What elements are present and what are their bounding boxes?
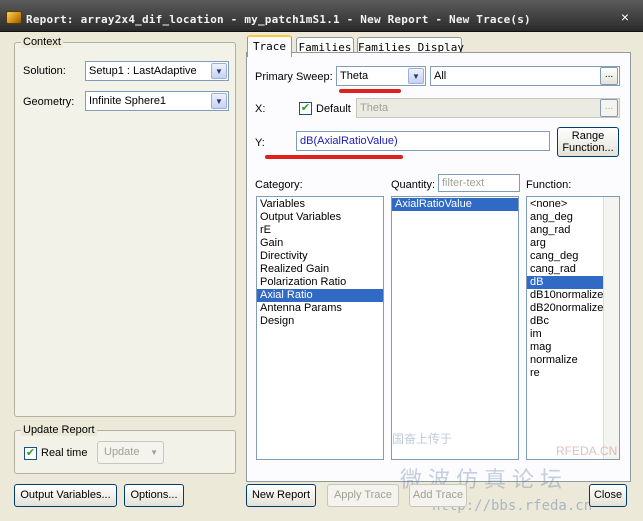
primary-sweep-range-field[interactable]: All ... (430, 66, 620, 86)
close-icon[interactable]: × (615, 8, 635, 26)
category-list-item[interactable]: Polarization Ratio (257, 276, 383, 289)
range-function-button[interactable]: Range Function... (557, 127, 619, 157)
trace-panel: Primary Sweep: Theta ▼ All ... X: ✔ Defa… (246, 52, 631, 482)
update-report-legend: Update Report (21, 424, 97, 436)
y-expression-field[interactable]: dB(AxialRatioValue) (296, 131, 550, 151)
x-value: Theta (360, 102, 389, 114)
category-list-item[interactable]: Axial Ratio (257, 289, 383, 302)
context-group: Context Solution: Setup1 : LastAdaptive … (14, 36, 236, 417)
quantity-items: AxialRatioValue (392, 197, 518, 211)
quantity-list[interactable]: AxialRatioValue (391, 196, 519, 460)
category-list-item[interactable]: Realized Gain (257, 263, 383, 276)
x-browse-button[interactable]: ... (600, 99, 618, 117)
apply-trace-button[interactable]: Apply Trace (327, 484, 399, 507)
new-report-button[interactable]: New Report (246, 484, 316, 507)
solution-select[interactable]: Setup1 : LastAdaptive ▼ (85, 61, 229, 81)
function-list[interactable]: <none> ang_deg ang_rad arg cang_deg cang_rad d… (526, 196, 620, 460)
chevron-down-icon[interactable]: ▼ (211, 63, 227, 79)
category-list[interactable]: Variables Output Variables rE Gain Directivi… (256, 196, 384, 460)
function-scrollbar[interactable] (603, 197, 619, 459)
solution-value: Setup1 : LastAdaptive (89, 65, 197, 77)
solution-label: Solution: (23, 65, 66, 77)
update-report-group: Update Report ✔ Real time Update ▼ (14, 424, 236, 474)
x-label: X: (255, 103, 266, 115)
range-function-label-2: Function... (562, 142, 614, 154)
tab-trace[interactable]: Trace (247, 35, 292, 57)
category-list-item[interactable]: Antenna Params (257, 302, 383, 315)
primary-sweep-label: Primary Sweep: (255, 71, 333, 83)
category-list-item[interactable]: Output Variables (257, 211, 383, 224)
geometry-value: Infinite Sphere1 (89, 95, 167, 107)
x-default-checkbox[interactable]: ✔ (299, 102, 312, 115)
geometry-label: Geometry: (23, 96, 75, 108)
quantity-label: Quantity: (391, 179, 436, 191)
options-button[interactable]: Options... (124, 484, 184, 507)
context-legend: Context (21, 36, 63, 48)
update-button[interactable]: Update ▼ (97, 441, 164, 464)
x-default-label: Default (316, 103, 351, 115)
category-list-item[interactable]: Variables (257, 198, 383, 211)
category-list-item[interactable]: Directivity (257, 250, 383, 263)
chevron-down-icon[interactable]: ▼ (211, 93, 227, 109)
quantity-filter-placeholder: filter-text (442, 177, 485, 189)
title-bar: Report: array2x4_dif_location - my_patch… (0, 0, 643, 32)
primary-sweep-range-value: All (434, 70, 447, 82)
y-label: Y: (255, 137, 265, 149)
realtime-checkbox[interactable]: ✔ (24, 447, 37, 460)
primary-sweep-range-button[interactable]: ... (600, 67, 618, 85)
update-button-label: Update (104, 446, 140, 458)
category-items: Variables Output Variables rE Gain Directivi… (257, 197, 383, 328)
dropdown-arrow-icon: ▼ (150, 448, 158, 457)
report-dialog: Context Solution: Setup1 : LastAdaptive … (0, 32, 643, 521)
primary-sweep-value: Theta (340, 70, 369, 82)
y-expression-value: dB(AxialRatioValue) (300, 135, 398, 147)
realtime-label: Real time (41, 447, 88, 459)
window-title: Report: array2x4_dif_location - my_patch… (26, 13, 531, 26)
category-list-item[interactable]: rE (257, 224, 383, 237)
category-list-item[interactable]: Gain (257, 237, 383, 250)
category-label: Category: (255, 179, 303, 191)
annotation-underline (265, 155, 403, 159)
add-trace-button[interactable]: Add Trace (409, 484, 467, 507)
annotation-underline (339, 89, 401, 93)
geometry-select[interactable]: Infinite Sphere1 ▼ (85, 91, 229, 111)
output-variables-button[interactable]: Output Variables... (14, 484, 117, 507)
category-list-item[interactable]: Design (257, 315, 383, 328)
chevron-down-icon[interactable]: ▼ (408, 68, 424, 84)
quantity-filter-input[interactable]: filter-text (438, 174, 520, 192)
primary-sweep-select[interactable]: Theta ▼ (336, 66, 426, 86)
x-field[interactable]: Theta ... (356, 98, 620, 118)
quantity-list-item[interactable]: AxialRatioValue (392, 198, 518, 211)
close-button[interactable]: Close (589, 484, 627, 507)
function-label: Function: (526, 179, 572, 191)
range-function-label-1: Range (571, 130, 605, 142)
app-icon (6, 11, 22, 24)
